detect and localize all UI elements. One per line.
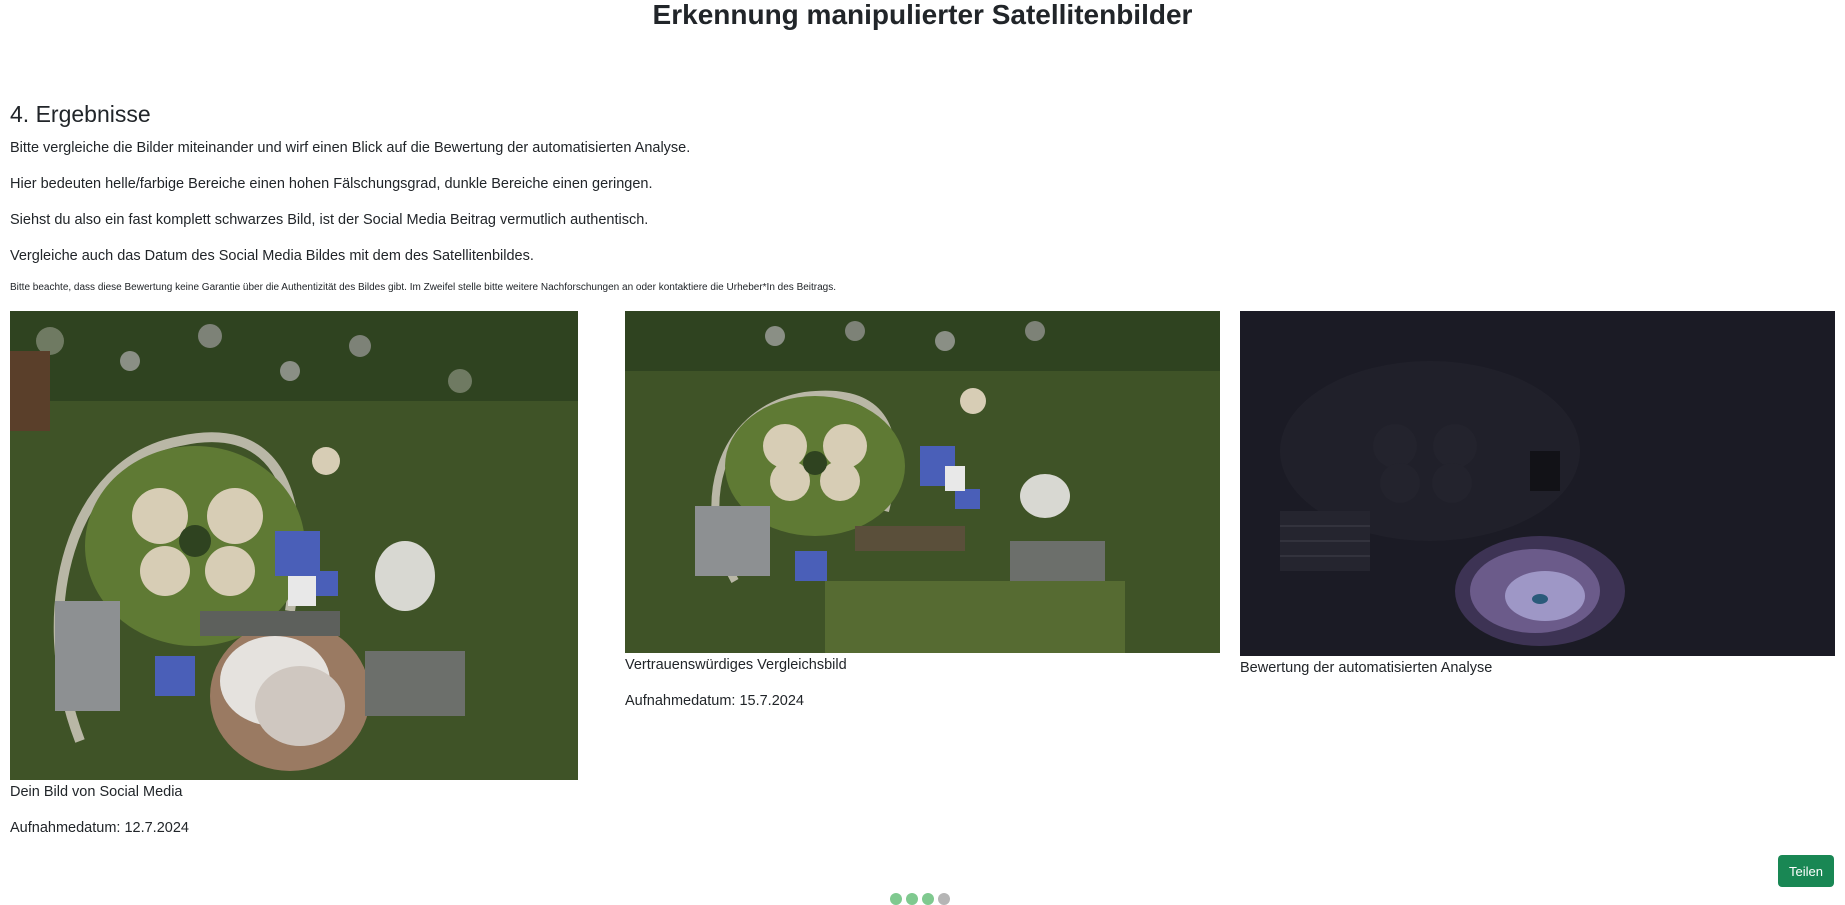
reference-satellite-image [625, 311, 1220, 653]
explanation-text: Hier bedeuten helle/farbige Bereiche ein… [10, 176, 653, 192]
step-dot-2 [906, 893, 918, 905]
step-dot-4 [938, 893, 950, 905]
page-title: Erkennung manipulierter Satellitenbilder [652, 0, 1193, 30]
reference-image-date: Aufnahmedatum: 15.7.2024 [625, 693, 804, 709]
social-image-caption: Dein Bild von Social Media [10, 784, 183, 800]
disclaimer-note: Bitte beachte, dass diese Bewertung kein… [10, 282, 837, 293]
social-media-image [10, 311, 578, 780]
interpretation-text: Siehst du also ein fast komplett schwarz… [10, 212, 649, 228]
social-image-date: Aufnahmedatum: 12.7.2024 [10, 820, 189, 836]
analysis-heatmap-image [1240, 311, 1835, 656]
reference-image-caption: Vertrauenswürdiges Vergleichsbild [625, 657, 847, 673]
date-hint-text: Vergleiche auch das Datum des Social Med… [10, 248, 534, 264]
step-dot-1 [890, 893, 902, 905]
section-heading: 4. Ergebnisse [10, 101, 151, 127]
analysis-image-caption: Bewertung der automatisierten Analyse [1240, 660, 1493, 676]
step-dot-3 [922, 893, 934, 905]
step-progress-indicator [890, 893, 950, 905]
instruction-text: Bitte vergleiche die Bilder miteinander … [10, 140, 691, 156]
share-button[interactable]: Teilen [1778, 855, 1834, 887]
